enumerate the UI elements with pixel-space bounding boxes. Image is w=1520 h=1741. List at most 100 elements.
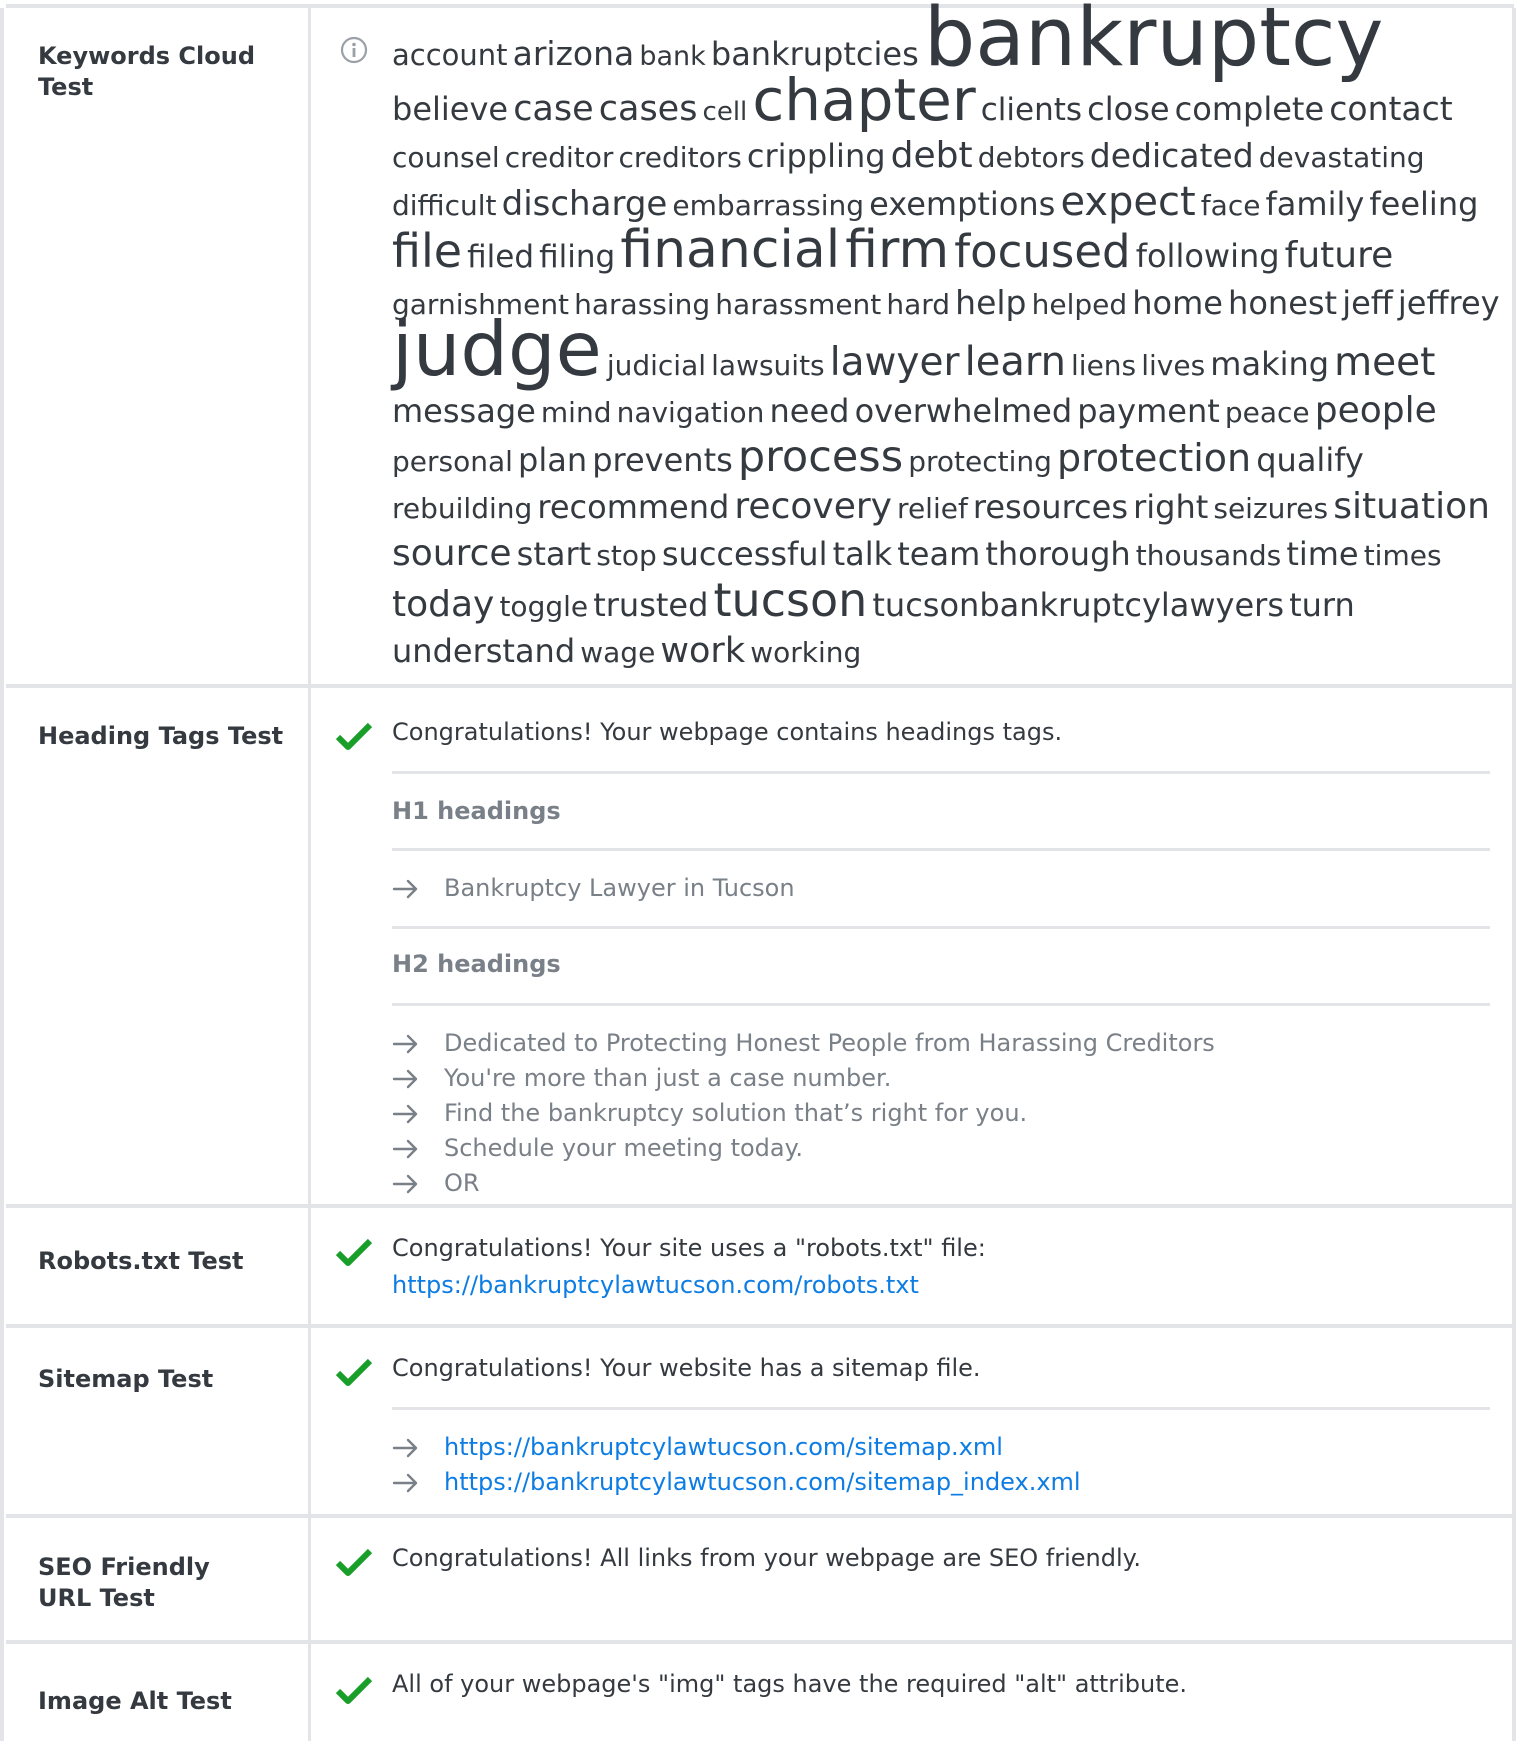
h2-heading-item-text: OR bbox=[444, 1169, 480, 1197]
keyword-dedicated: dedicated bbox=[1089, 136, 1254, 175]
check-icon bbox=[336, 1358, 372, 1386]
check-icon bbox=[336, 1548, 372, 1576]
keyword-time: time bbox=[1286, 535, 1359, 573]
keyword-debt: debt bbox=[890, 135, 973, 176]
h1-heading-item-text: Bankruptcy Lawyer in Tucson bbox=[444, 874, 795, 902]
keyword-lives: lives bbox=[1141, 349, 1206, 382]
keyword-seizures: seizures bbox=[1213, 492, 1329, 525]
keyword-discharge: discharge bbox=[501, 184, 668, 224]
keyword-protecting: protecting bbox=[908, 445, 1052, 478]
keyword-right: right bbox=[1133, 488, 1209, 526]
keyword-talk: talk bbox=[832, 535, 893, 573]
keyword-peace: peace bbox=[1224, 396, 1310, 429]
keyword-counsel: counsel bbox=[392, 141, 500, 174]
keyword-work: work bbox=[660, 631, 746, 671]
keyword-harassment: harassment bbox=[715, 288, 882, 321]
keyword-judge: judge bbox=[392, 305, 602, 393]
sitemap-url-link-text[interactable]: https://bankruptcylawtucson.com/sitemap_… bbox=[444, 1468, 1081, 1496]
keyword-embarrassing: embarrassing bbox=[672, 189, 865, 222]
sitemap-url-link[interactable]: https://bankruptcylawtucson.com/sitemap_… bbox=[392, 1465, 1490, 1500]
h2-headings-title: H2 headings bbox=[392, 950, 561, 978]
keyword-financial: financial bbox=[620, 220, 841, 280]
keyword-debtors: debtors bbox=[977, 141, 1085, 174]
keyword-face: face bbox=[1200, 189, 1261, 222]
h2-heading-item-text: Schedule your meeting today. bbox=[444, 1134, 804, 1162]
keyword-meet: meet bbox=[1334, 340, 1436, 385]
keyword-contact: contact bbox=[1329, 89, 1453, 128]
keywords-cloud-label: Keywords Cloud Test bbox=[38, 42, 256, 101]
sitemap-url-link[interactable]: https://bankruptcylawtucson.com/sitemap.… bbox=[392, 1430, 1490, 1465]
seo-url-message: Congratulations! All links from your web… bbox=[392, 1544, 1142, 1572]
seo-url-label: SEO Friendly URL Test bbox=[38, 1553, 210, 1612]
robots-label: Robots.txt Test bbox=[38, 1247, 244, 1275]
keyword-learn: learn bbox=[964, 339, 1066, 385]
keyword-crippling: crippling bbox=[746, 137, 886, 175]
keyword-jeff: jeff bbox=[1342, 284, 1393, 322]
sitemap-label: Sitemap Test bbox=[38, 1365, 214, 1393]
keyword-following: following bbox=[1135, 237, 1280, 275]
keyword-resources: resources bbox=[972, 488, 1128, 526]
keyword-qualify: qualify bbox=[1256, 441, 1364, 479]
keyword-source: source bbox=[392, 533, 512, 574]
keyword-today: today bbox=[392, 584, 495, 625]
keyword-bank: bank bbox=[639, 41, 706, 72]
keyword-arizona: arizona bbox=[512, 34, 635, 73]
keyword-judicial: judicial bbox=[606, 349, 707, 382]
keyword-prevents: prevents bbox=[592, 441, 733, 479]
keyword-cloud: account arizona bank bankruptcies bankru… bbox=[392, 0, 1502, 677]
keyword-chapter: chapter bbox=[752, 66, 976, 134]
keyword-clients: clients bbox=[980, 92, 1083, 128]
sitemap-message: Congratulations! Your website has a site… bbox=[392, 1354, 981, 1382]
h1-heading-item: Bankruptcy Lawyer in Tucson bbox=[392, 871, 1490, 906]
keyword-family: family bbox=[1265, 185, 1365, 223]
keyword-wage: wage bbox=[580, 636, 656, 669]
keyword-future: future bbox=[1284, 235, 1394, 276]
keyword-account: account bbox=[392, 38, 508, 72]
check-icon bbox=[336, 1676, 372, 1704]
seo-url-row: SEO Friendly URL Test Congratulations! A… bbox=[0, 1514, 1516, 1644]
arrow-right-icon bbox=[392, 1104, 418, 1124]
keyword-payment: payment bbox=[1077, 392, 1220, 430]
robots-url-link[interactable]: https://bankruptcylawtucson.com/robots.t… bbox=[392, 1267, 1490, 1304]
keyword-process: process bbox=[737, 432, 904, 482]
keyword-recommend: recommend bbox=[537, 488, 730, 526]
keyword-cell: cell bbox=[702, 97, 748, 127]
keyword-believe: believe bbox=[392, 90, 509, 128]
sitemap-list: https://bankruptcylawtucson.com/sitemap.… bbox=[392, 1430, 1490, 1500]
keyword-message: message bbox=[392, 392, 536, 430]
arrow-right-icon bbox=[392, 1438, 418, 1458]
sitemap-url-link-text[interactable]: https://bankruptcylawtucson.com/sitemap.… bbox=[444, 1433, 1003, 1461]
image-alt-row: Image Alt Test All of your webpage's "im… bbox=[0, 1640, 1516, 1741]
keyword-jeffrey: jeffrey bbox=[1397, 284, 1500, 322]
sitemap-row: Sitemap Test Congratulations! Your websi… bbox=[0, 1324, 1516, 1518]
keyword-making: making bbox=[1210, 345, 1330, 383]
keyword-need: need bbox=[769, 392, 850, 430]
info-icon[interactable] bbox=[340, 36, 368, 64]
keyword-creditor: creditor bbox=[504, 141, 614, 174]
h2-heading-item-text: Find the bankruptcy solution that’s righ… bbox=[444, 1099, 1028, 1127]
robots-message: Congratulations! Your site uses a "robot… bbox=[392, 1234, 986, 1262]
keyword-navigation: navigation bbox=[616, 396, 765, 429]
arrow-right-icon bbox=[392, 1174, 418, 1194]
headings-message: Congratulations! Your webpage contains h… bbox=[392, 718, 1063, 746]
keyword-lawsuits: lawsuits bbox=[711, 349, 825, 382]
keyword-file: file bbox=[392, 224, 463, 278]
h2-heading-item: OR bbox=[392, 1166, 1490, 1201]
keyword-case: case bbox=[513, 89, 594, 129]
h2-heading-item: You're more than just a case number. bbox=[392, 1061, 1490, 1096]
keyword-difficult: difficult bbox=[392, 189, 497, 222]
heading-tags-label: Heading Tags Test bbox=[38, 722, 284, 750]
keyword-expect: expect bbox=[1060, 179, 1196, 225]
h1-list: Bankruptcy Lawyer in Tucson bbox=[392, 871, 1490, 906]
keyword-thousands: thousands bbox=[1135, 539, 1282, 572]
keyword-thorough: thorough bbox=[985, 535, 1131, 573]
keyword-filing: filing bbox=[539, 239, 616, 275]
keyword-helped: helped bbox=[1031, 288, 1128, 321]
keyword-feeling: feeling bbox=[1369, 185, 1479, 223]
keyword-trusted: trusted bbox=[593, 586, 709, 624]
h2-heading-item: Dedicated to Protecting Honest People fr… bbox=[392, 1026, 1490, 1061]
keyword-focused: focused bbox=[954, 225, 1131, 278]
heading-tags-row: Heading Tags Test Congratulations! Your … bbox=[0, 684, 1516, 1208]
keyword-rebuilding: rebuilding bbox=[392, 492, 533, 525]
keyword-honest: honest bbox=[1228, 284, 1338, 322]
